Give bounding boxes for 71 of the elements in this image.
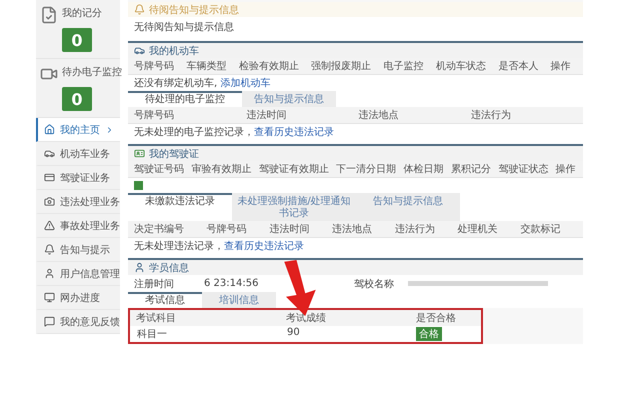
column-header: 违法时间 xyxy=(246,108,288,122)
stat-label: 待办电子监控 xyxy=(62,66,122,79)
column-header: 违法行为 xyxy=(394,222,436,236)
panel-title: 我的机动车 xyxy=(149,44,199,58)
column-header: 下一清分日期 xyxy=(336,162,398,176)
home-icon xyxy=(44,124,55,135)
user-icon xyxy=(44,268,55,279)
field-label: 注册时间 xyxy=(133,278,175,290)
document-icon xyxy=(40,6,58,24)
tab[interactable]: 培训信息 xyxy=(202,292,276,308)
bell-icon xyxy=(134,4,145,15)
column-header: 车辆类型 xyxy=(186,60,228,73)
tab[interactable]: 未处理强制措施/处理通知书记录 xyxy=(232,193,356,221)
table-cell-text: 90 xyxy=(286,327,301,340)
column-header: 体检日期 xyxy=(404,162,444,176)
message-icon xyxy=(44,316,55,327)
link[interactable]: 添加机动车 xyxy=(220,78,270,89)
column-header: 交款标记 xyxy=(520,222,562,236)
camera-icon xyxy=(44,196,55,207)
column-header: 号牌号码 xyxy=(206,223,248,236)
chevron-icon xyxy=(105,124,114,134)
stat-count: 0 xyxy=(62,28,92,52)
bell-icon xyxy=(44,244,55,255)
stat-count: 0 xyxy=(62,87,92,111)
status-badge: 合格 xyxy=(416,327,442,341)
panel-title: 学员信息 xyxy=(149,262,189,274)
notice-text: 无待阅告知与提示信息 xyxy=(128,17,583,37)
card-icon xyxy=(134,148,145,159)
table-cell-text: 科目一 xyxy=(136,328,168,341)
column-header: 强制报废期止 xyxy=(311,60,372,73)
field-label: 驾校名称 xyxy=(353,278,395,290)
column-header: 是否本人 xyxy=(498,60,540,73)
car-icon xyxy=(134,45,145,56)
tab[interactable]: 告知与提示信息 xyxy=(242,91,336,107)
column-header: 号牌号码 xyxy=(134,60,175,73)
column-header: 驾驶证号码 xyxy=(134,162,185,176)
status-square xyxy=(134,181,143,190)
link[interactable]: 查看历史违法记录 xyxy=(224,241,304,252)
column-header: 驾驶证状态 xyxy=(498,162,550,176)
column-header: 机动车状态 xyxy=(436,60,487,73)
column-header: 违法行为 xyxy=(470,108,512,122)
column-header: 电子监控 xyxy=(384,60,424,73)
column-header: 是否合格 xyxy=(416,312,457,325)
stat-label: 我的记分 xyxy=(62,6,103,20)
column-header: 决定书编号 xyxy=(134,222,185,236)
empty-message: 还没有绑定机动车, xyxy=(134,78,218,89)
sidebar-item[interactable]: 我的主页 xyxy=(36,118,120,142)
field-value: 6 23:14:56 xyxy=(203,278,260,289)
column-header: 违法地点 xyxy=(332,222,374,236)
column-header: 审验有效期止 xyxy=(191,162,252,176)
column-header: 考试科目 xyxy=(136,312,177,325)
warning-icon xyxy=(44,220,55,231)
column-header: 处理机关 xyxy=(458,222,499,236)
column-header: 驾驶证有效期止 xyxy=(258,162,330,176)
column-header: 检验有效期止 xyxy=(238,60,300,73)
panel-title: 待阅告知与提示信息 xyxy=(149,4,239,16)
column-header: 操作 xyxy=(556,163,577,176)
column-header: 号牌号码 xyxy=(134,109,175,122)
tab[interactable]: 告知与提示信息 xyxy=(356,193,460,221)
card-icon xyxy=(44,172,55,183)
panel-title: 我的驾驶证 xyxy=(149,148,199,160)
empty-message: 无未处理违法记录， xyxy=(134,241,224,252)
car-icon xyxy=(44,148,55,159)
user-icon xyxy=(134,262,145,273)
monitor-icon xyxy=(44,292,55,303)
empty-message: 无未处理的电子监控记录， xyxy=(134,127,254,138)
column-header: 违法时间 xyxy=(269,222,310,236)
column-header: 累积记分 xyxy=(450,163,492,176)
column-header: 操作 xyxy=(550,60,572,73)
link[interactable]: 查看历史违法记录 xyxy=(254,127,334,138)
column-header: 违法地点 xyxy=(358,108,400,122)
